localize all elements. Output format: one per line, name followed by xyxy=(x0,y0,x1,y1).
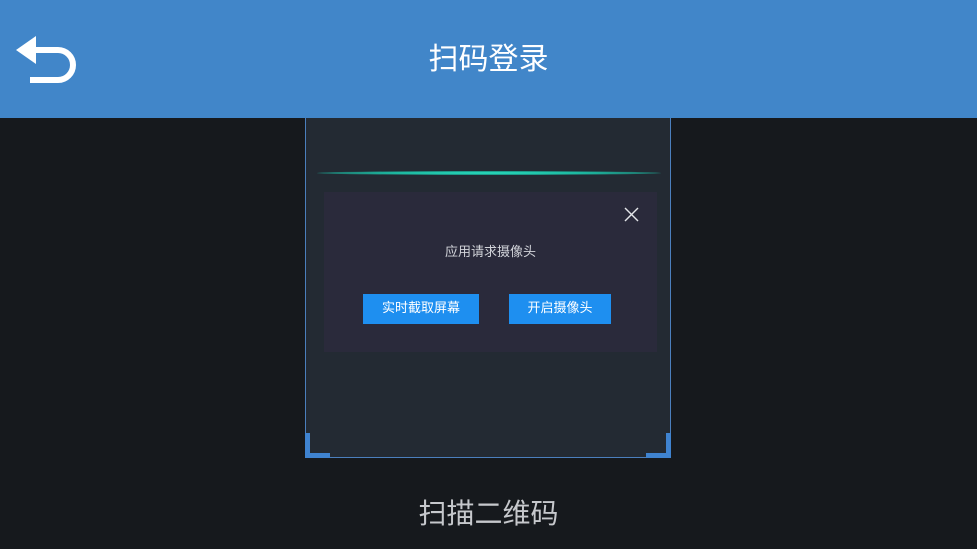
close-icon xyxy=(624,207,639,222)
frame-corner-bottom-right xyxy=(646,433,671,458)
scan-line xyxy=(317,171,661,175)
camera-permission-dialog: 应用请求摄像头 实时截取屏幕 开启摄像头 xyxy=(324,192,657,352)
open-camera-button[interactable]: 开启摄像头 xyxy=(509,294,611,324)
frame-corner-bottom-left xyxy=(305,433,330,458)
scan-caption: 扫描二维码 xyxy=(418,497,559,530)
dialog-close-button[interactable] xyxy=(622,205,642,225)
dialog-message: 应用请求摄像头 xyxy=(444,245,536,260)
capture-screen-button[interactable]: 实时截取屏幕 xyxy=(363,294,479,324)
page-title: 扫码登录 xyxy=(428,42,549,77)
header-bar: 扫码登录 xyxy=(0,0,977,118)
